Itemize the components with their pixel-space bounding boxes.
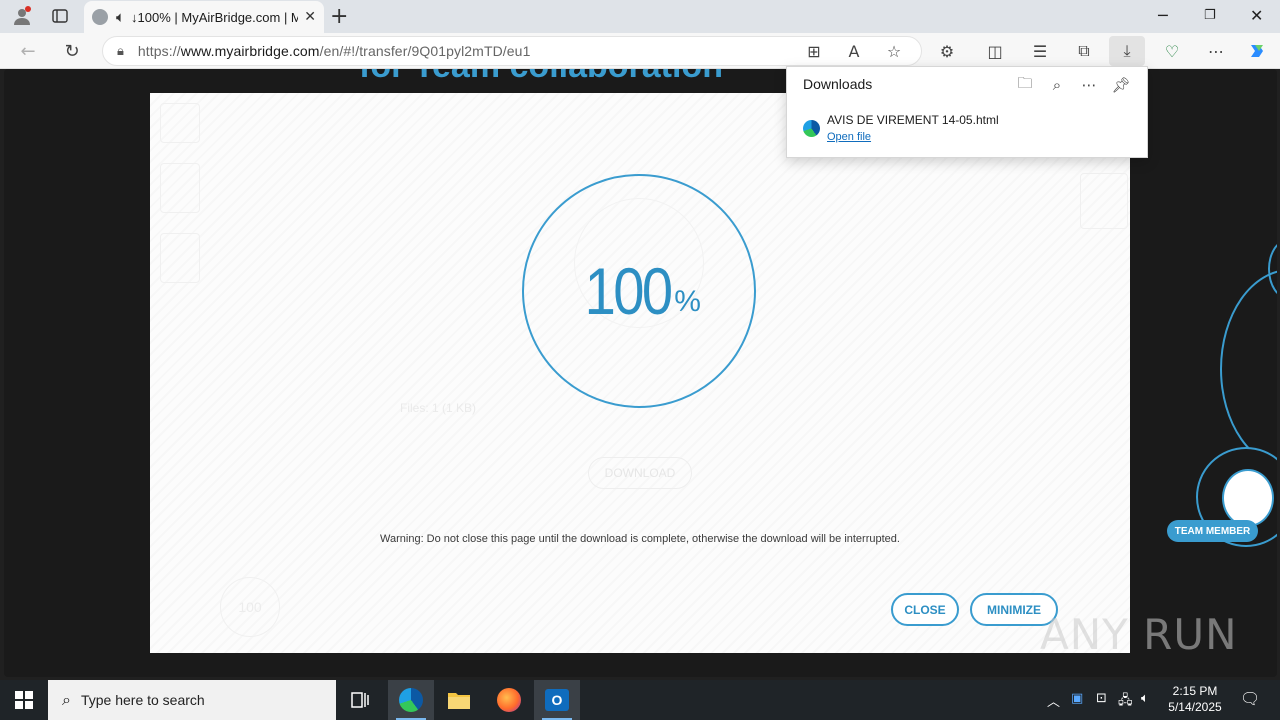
ghost-nav-item bbox=[160, 163, 200, 213]
home-icon bbox=[160, 103, 200, 143]
collections-icon[interactable]: ⧉ bbox=[1073, 40, 1095, 62]
progress-value: 100 bbox=[584, 254, 674, 328]
download-modal: 100 % Files: 1 (1 KB) DOWNLOAD Warning: … bbox=[150, 93, 1130, 653]
anyrun-watermark: ANY RUN bbox=[1040, 610, 1238, 659]
address-bar[interactable]: 🔒︎ https://www.myairbridge.com/en/#!/tra… bbox=[102, 36, 922, 66]
read-aloud-icon[interactable]: A bbox=[843, 40, 865, 62]
files-count: Files: 1 (1 KB) bbox=[400, 401, 477, 415]
minimize-icon[interactable]: ─ bbox=[1158, 6, 1168, 25]
mini-progress-ring: 100 bbox=[220, 577, 280, 637]
split-screen-icon[interactable]: ◫ bbox=[984, 40, 1006, 62]
clock[interactable]: 2:15 PM 5/14/2025 bbox=[1160, 683, 1230, 715]
lock-icon[interactable]: 🔒︎ bbox=[117, 44, 124, 59]
extensions-icon[interactable]: ⚙ bbox=[936, 40, 958, 62]
edge-file-icon bbox=[803, 120, 820, 137]
downloads-title: Downloads bbox=[803, 76, 873, 92]
more-icon[interactable]: ⋯ bbox=[1205, 40, 1227, 62]
copilot-icon[interactable] bbox=[1246, 40, 1268, 62]
favorite-star-icon[interactable]: ☆ bbox=[883, 40, 905, 62]
tab-title: 100% | MyAirBridge.com | M bbox=[137, 9, 299, 25]
search-placeholder: Type here to search bbox=[80, 692, 205, 708]
download-file-name[interactable]: AVIS DE VIREMENT 14-05.html bbox=[827, 113, 999, 127]
search-icon[interactable]: ⌕ bbox=[1046, 74, 1068, 96]
show-hidden-icons[interactable]: ︿ bbox=[1047, 691, 1060, 710]
restore-icon[interactable]: ❐ bbox=[1204, 8, 1216, 23]
apps-icon[interactable]: ⊞ bbox=[803, 40, 825, 62]
team-member-badge: TEAM MEMBER bbox=[1167, 520, 1258, 542]
downloads-icon[interactable]: ⤓ bbox=[1109, 36, 1145, 66]
progress-ring: 100 % bbox=[522, 174, 756, 408]
volume-icon[interactable]: 🔈︎ bbox=[1141, 691, 1149, 706]
tab-actions-icon[interactable] bbox=[48, 5, 72, 27]
close-tab-icon[interactable]: ✕ bbox=[304, 9, 316, 25]
downloads-flyout: Downloads 🗀︎ ⌕ ⋯ 📌︎ AVIS DE VIREMENT 14-… bbox=[786, 66, 1148, 158]
web-page: for Team collaboration 100 % Files: 1 (1… bbox=[4, 69, 1277, 677]
refresh-icon[interactable]: ↻ bbox=[60, 39, 84, 63]
clock-date: 5/14/2025 bbox=[1168, 700, 1222, 714]
notifications-icon[interactable]: 🗨︎ bbox=[1240, 689, 1260, 708]
windows-icon bbox=[15, 691, 33, 709]
warning-text: Warning: Do not close this page until th… bbox=[380, 533, 900, 545]
avatar-face-icon bbox=[1222, 469, 1274, 527]
taskbar: ⌕ Type here to search O ︿ ▣ ⊡ 🖧︎ 🔈︎ 2:15… bbox=[0, 680, 1280, 720]
profile-icon[interactable] bbox=[10, 5, 34, 27]
search-icon: ⌕ bbox=[62, 690, 71, 709]
clock-time: 2:15 PM bbox=[1172, 684, 1218, 698]
file-explorer-icon[interactable] bbox=[436, 680, 482, 720]
title-bar: 🔈︎ ↓ 100% | MyAirBridge.com | M ✕ + ─ ❐ … bbox=[0, 0, 1280, 33]
ghost-side-item bbox=[1080, 173, 1128, 229]
page-heading: for Team collaboration bbox=[359, 69, 723, 86]
new-tab-icon[interactable]: + bbox=[330, 4, 348, 29]
task-view-icon[interactable] bbox=[337, 680, 383, 720]
outlook-icon[interactable]: O bbox=[534, 680, 580, 720]
close-button[interactable]: CLOSE bbox=[891, 593, 959, 626]
favorites-icon[interactable]: ☰ bbox=[1029, 40, 1051, 62]
speaker-icon[interactable]: 🔈︎ bbox=[116, 8, 125, 26]
more-options-icon[interactable]: ⋯ bbox=[1078, 74, 1100, 96]
open-file-link[interactable]: Open file bbox=[827, 131, 871, 143]
edge-icon[interactable] bbox=[388, 680, 434, 720]
start-button[interactable] bbox=[0, 680, 48, 720]
back-icon[interactable]: ← bbox=[16, 39, 40, 63]
network-icon[interactable]: 🖧︎ bbox=[1118, 691, 1133, 713]
close-window-icon[interactable]: ✕ bbox=[1250, 6, 1263, 25]
decorative-circle bbox=[1220, 269, 1277, 469]
firefox-icon[interactable] bbox=[486, 680, 532, 720]
device-icon[interactable]: ⊡ bbox=[1096, 691, 1107, 706]
open-folder-icon[interactable]: 🗀︎ bbox=[1014, 74, 1036, 96]
taskbar-search[interactable]: ⌕ Type here to search bbox=[48, 680, 336, 720]
outlook-tray-icon[interactable]: ▣ bbox=[1071, 691, 1083, 706]
cloud-favicon bbox=[92, 9, 108, 25]
browser-essentials-icon[interactable]: ♡ bbox=[1161, 40, 1183, 62]
ghost-nav-item bbox=[160, 233, 200, 283]
browser-toolbar: ← ↻ 🔒︎ https://www.myairbridge.com/en/#!… bbox=[0, 33, 1280, 69]
url-text: https://www.myairbridge.com/en/#!/transf… bbox=[137, 43, 531, 59]
download-button[interactable]: DOWNLOAD bbox=[588, 457, 692, 489]
browser-tab-active[interactable]: 🔈︎ ↓ 100% | MyAirBridge.com | M ✕ bbox=[84, 1, 324, 33]
pin-icon[interactable]: 📌︎ bbox=[1110, 74, 1132, 96]
